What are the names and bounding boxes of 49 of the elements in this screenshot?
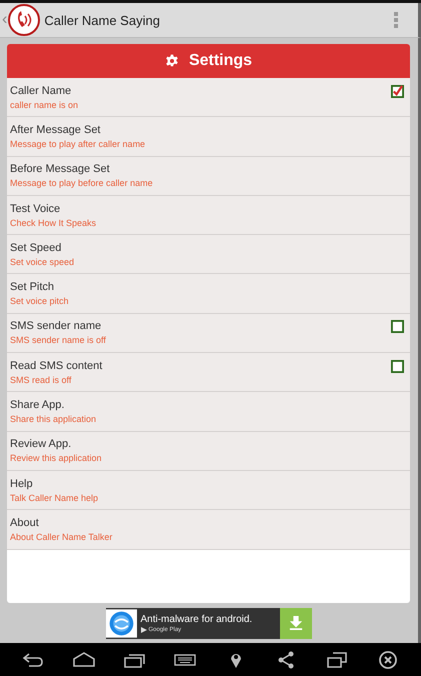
setting-summary: SMS sender name is off <box>10 335 107 346</box>
setting-summary: SMS read is off <box>10 374 72 385</box>
setting-summary: About Caller Name Talker <box>10 532 114 542</box>
setting-title: Review App. <box>10 438 72 450</box>
ad-text: Anti-malware for android. <box>140 614 254 624</box>
app-icon <box>106 608 136 638</box>
settings-item[interactable]: SMS sender name SMS sender name is off <box>7 314 410 354</box>
settings-item[interactable]: Set Pitch Set voice pitch <box>7 274 410 314</box>
settings-item[interactable]: After Message Set Message to play after caller name <box>7 117 410 157</box>
setting-summary: Message to play before caller name <box>10 178 154 188</box>
setting-title: SMS sender name <box>10 320 102 332</box>
setting-summary: Talk Caller Name help <box>10 492 100 503</box>
setting-summary: Set voice speed <box>10 256 76 267</box>
phone-logo-icon[interactable] <box>8 4 40 36</box>
setting-title: Share App. <box>10 399 66 412</box>
setting-summary: caller name is on <box>10 100 80 110</box>
setting-summary: Message to play after caller name <box>10 138 146 149</box>
settings-item[interactable]: About About Caller Name Talker <box>7 510 410 550</box>
settings-item[interactable]: Read SMS content SMS read is off <box>7 353 410 392</box>
windows-icon[interactable] <box>325 650 350 670</box>
setting-title: Set Pitch <box>10 281 56 294</box>
play-icon <box>140 626 146 632</box>
setting-summary: Review this application <box>10 453 103 464</box>
settings-item[interactable]: Help Talk Caller Name help <box>7 470 410 510</box>
settings-title: Settings <box>188 52 252 70</box>
setting-title: Before Message Set <box>10 163 111 176</box>
settings-item[interactable]: Before Message Set Message to play before caller name <box>7 156 410 196</box>
setting-summary: Check How It Speaks <box>10 218 98 228</box>
home-icon[interactable] <box>72 650 96 670</box>
settings-item[interactable]: Share App. Share this application <box>7 392 410 432</box>
settings-item[interactable]: Test Voice Check How It Speaks <box>7 196 410 236</box>
setting-summary: Share this application <box>10 414 98 424</box>
settings-icon <box>164 54 179 68</box>
checkbox[interactable] <box>391 320 404 334</box>
settings-item[interactable]: Review App. Review this application <box>7 432 410 471</box>
setting-summary: Set voice pitch <box>10 296 70 306</box>
checkbox[interactable] <box>391 360 404 373</box>
download-icon <box>288 616 302 630</box>
checkbox[interactable] <box>391 84 404 98</box>
settings-item[interactable]: Set Speed Set voice speed <box>7 235 410 274</box>
setting-title: Set Speed <box>10 242 62 254</box>
setting-title: Test Voice <box>10 202 62 215</box>
setting-title: Caller Name <box>10 84 72 97</box>
setting-title: Help <box>10 478 34 490</box>
setting-title: About <box>10 516 40 529</box>
app-title: Caller Name Saying <box>44 12 161 28</box>
settings-item[interactable]: Caller Name caller name is on <box>7 78 410 118</box>
setting-title: Read SMS content <box>10 360 104 372</box>
setting-title: After Message Set <box>10 124 102 136</box>
